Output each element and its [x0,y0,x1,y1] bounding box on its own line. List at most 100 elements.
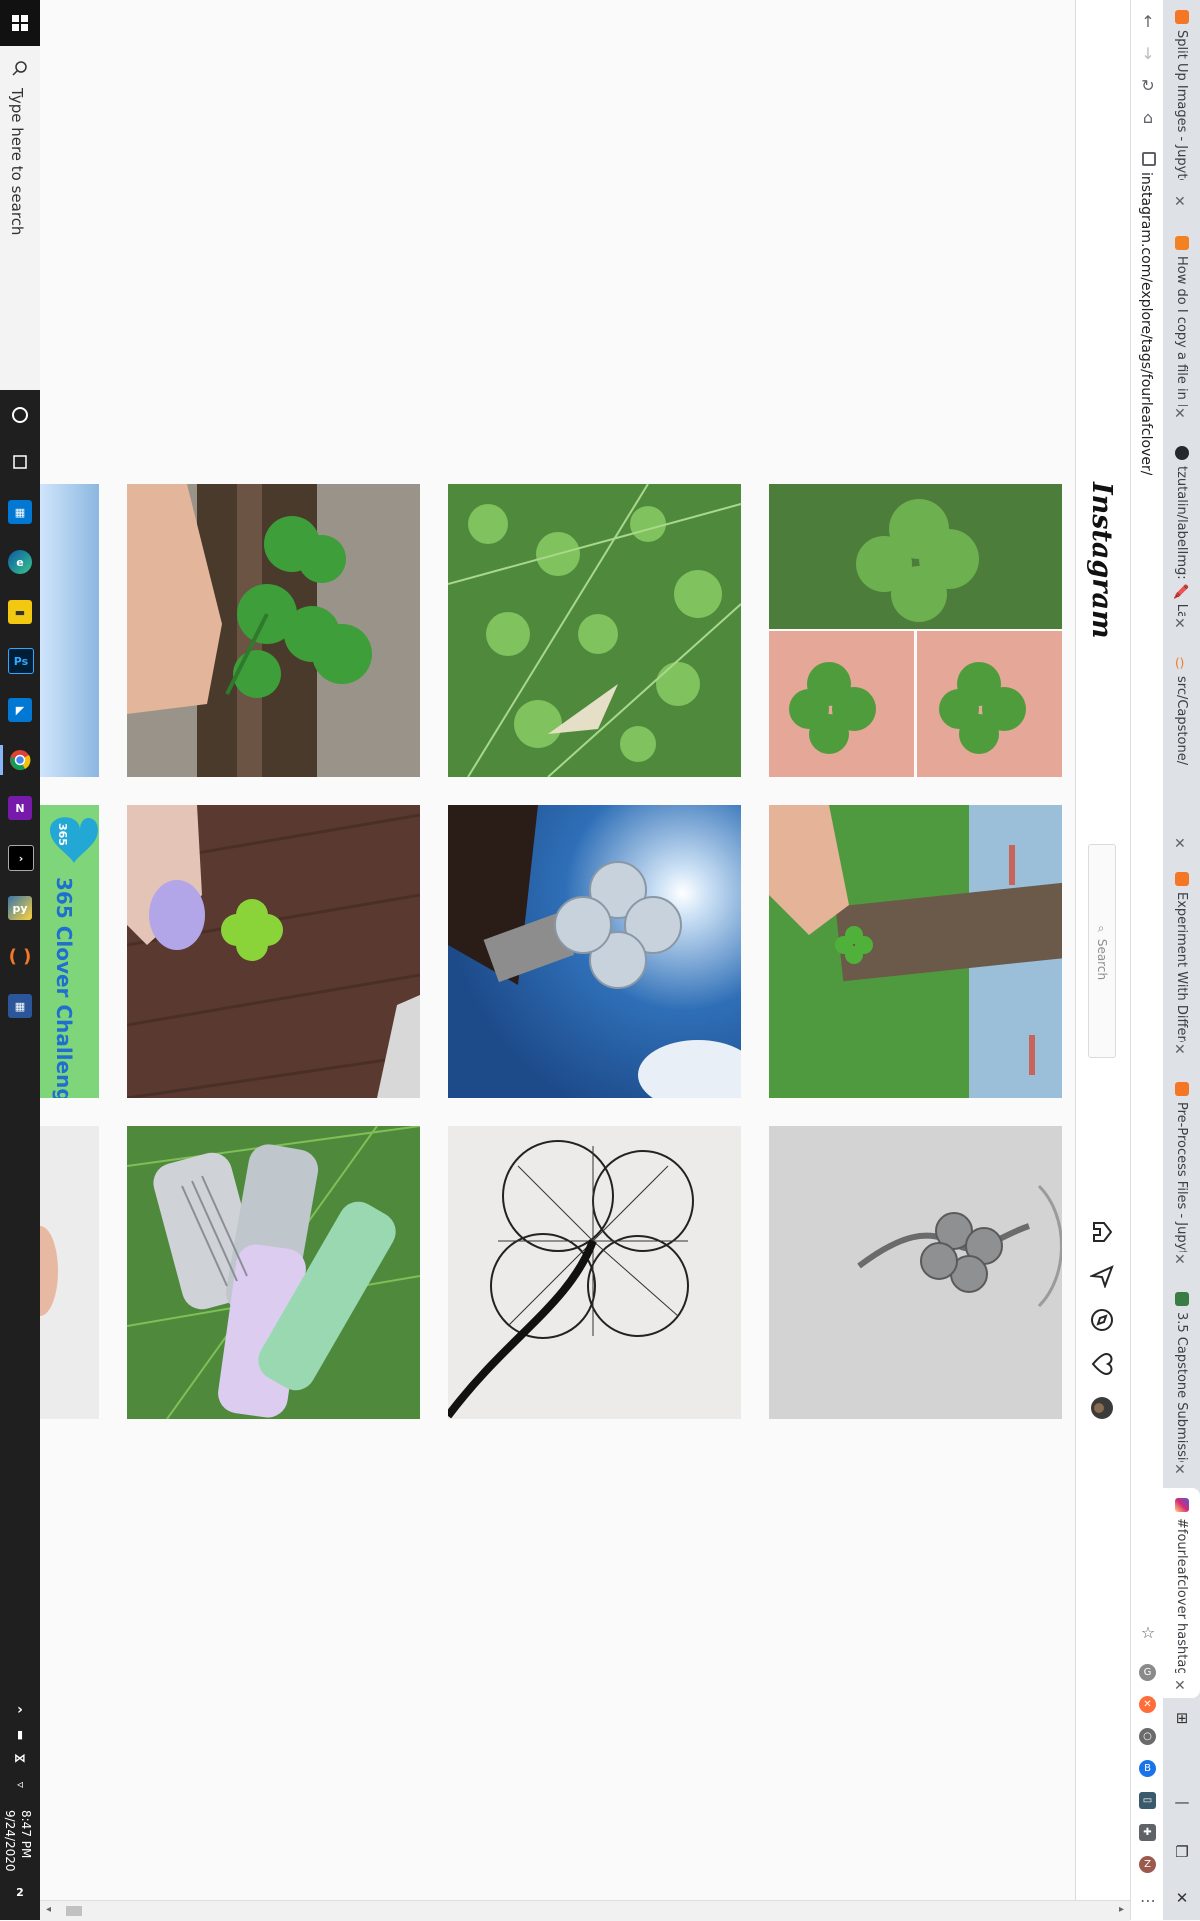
home-icon[interactable] [1090,1220,1114,1244]
tab-github-labelimg[interactable]: tzutalin/labelImg: 🖍️ Label ✕ [1163,436,1200,636]
windows-taskbar: Type here to search ▦ e ▬ Ps ◤ N › py ( … [0,0,40,1920]
jupyter-favicon-icon [1175,10,1189,24]
close-tab-icon[interactable]: ✕ [1174,616,1186,632]
remote-desktop-icon[interactable]: ◤ [8,698,32,722]
challenge-badge: 365 [56,823,69,846]
instagram-search-input[interactable]: ⌕ Search [1088,844,1116,1058]
address-bar-url: instagram.com/explore/tags/fourleafclove… [1138,172,1154,476]
close-tab-icon[interactable]: ✕ [1174,406,1186,422]
tile-clover-patch-in-grass[interactable] [448,484,741,777]
calculator-icon[interactable]: ▦ [8,994,32,1018]
menu-kebab-icon[interactable]: ⋯ [1136,1888,1160,1912]
partial-tile-blurred[interactable] [40,1126,99,1419]
profile-z-icon[interactable]: Z [1139,1856,1156,1873]
battery-icon[interactable]: ▮ [8,1722,32,1746]
tab-jupyter-split-images[interactable]: Split Up Images - Jupyter N ✕ [1163,0,1200,214]
clock-time: 8:47 PM [19,1810,33,1859]
home-button-icon[interactable]: ⌂ [1136,105,1160,129]
extensions-puzzle-icon[interactable]: ✚ [1139,1824,1156,1841]
task-view-icon[interactable] [8,450,32,474]
tile-silver-clover-pendant[interactable] [769,1126,1062,1419]
tab-stackoverflow-copy-file[interactable]: How do I copy a file in Pyth ✕ [1163,226,1200,426]
explore-icon[interactable] [1090,1308,1114,1332]
challenge-title: 365 Clover Challenge [52,877,76,1098]
partial-tile-clover-challenge[interactable]: 365 365 Clover Challenge [40,805,99,1098]
capstone-favicon-icon [1175,1292,1189,1306]
stackoverflow-favicon-icon [1175,236,1189,250]
address-bar[interactable]: instagram.com/explore/tags/fourleafclove… [1134,150,1160,1630]
restore-window-icon[interactable]: ❐ [1170,1840,1194,1864]
tab-search-icon[interactable]: ⊞ [1170,1706,1194,1730]
extension-blue-icon[interactable]: B [1139,1760,1156,1777]
file-explorer-icon[interactable]: ▬ [8,600,32,624]
activity-heart-icon[interactable] [1090,1352,1114,1376]
tile-glass-clover-against-sky[interactable] [448,805,741,1098]
terminal-icon[interactable]: › [8,845,34,871]
lock-icon [1142,152,1156,166]
chrome-active-indicator [0,745,3,775]
close-window-icon[interactable]: ✕ [1170,1886,1194,1910]
onenote-icon[interactable]: N [8,796,32,820]
direct-message-icon[interactable] [1088,1264,1114,1290]
jupyter-favicon-icon [1175,1082,1189,1096]
tab-instagram-fourleafclover[interactable]: #fourleafclover hashtag o ✕ [1163,1488,1200,1698]
tab-title: src/Capstone/ [1174,676,1189,766]
bookmark-star-icon[interactable]: ☆ [1136,1620,1160,1644]
close-tab-icon[interactable]: ✕ [1174,194,1186,210]
taskbar-clock[interactable]: 8:47 PM 9/24/2020 [2,1810,34,1872]
scroll-left-icon[interactable]: ◂ [46,1904,51,1915]
partial-tile-sky[interactable] [40,484,99,777]
tile-nail-polish-holding-small-clover[interactable] [127,805,420,1098]
tab-title: Experiment With Different [1174,892,1189,1042]
forward-icon[interactable]: ↓ [1136,41,1160,65]
tab-jupyter-experiment[interactable]: Experiment With Different ✕ [1163,862,1200,1062]
horizontal-scrollbar[interactable]: ◂ ▸ [40,1900,1130,1921]
close-tab-icon[interactable]: ✕ [1174,1678,1186,1694]
taskbar-search-placeholder: Type here to search [8,88,26,236]
extension-g-icon[interactable]: G [1139,1664,1156,1681]
reload-icon[interactable]: ↻ [1136,73,1160,97]
tile-hand-clover-near-tree[interactable] [769,805,1062,1098]
cortana-icon[interactable] [8,403,32,427]
close-tab-icon[interactable]: ✕ [1174,1462,1186,1478]
tab-jupyter-pre-process[interactable]: Pre-Process Files - Jupyter ✕ [1163,1072,1200,1272]
python-icon[interactable]: py [8,896,32,920]
extension-screen-icon[interactable]: ▭ [1139,1792,1156,1809]
chevron-up-icon[interactable]: › [8,1698,32,1722]
profile-avatar[interactable] [1090,1396,1114,1420]
instagram-search-label: Search [1095,938,1109,981]
network-icon[interactable]: ⋈ [8,1746,32,1770]
tab-title: Split Up Images - Jupyter N [1174,30,1189,180]
taskbar-search-box[interactable]: Type here to search [0,46,40,390]
search-icon: ⌕ [1095,923,1109,935]
close-tab-icon[interactable]: ✕ [1174,836,1186,852]
close-tab-icon[interactable]: ✕ [1174,1252,1186,1268]
tab-title: #fourleafclover hashtag o [1174,1518,1189,1673]
extension-orange-icon[interactable]: ✕ [1139,1696,1156,1713]
chrome-icon[interactable] [8,748,32,772]
github-favicon-icon [1175,446,1189,460]
tab-title: 3.5 Capstone Submission - [1174,1312,1189,1462]
tile-resin-combs-on-grass[interactable] [127,1126,420,1419]
scrollbar-thumb[interactable] [66,1906,82,1916]
tab-title: How do I copy a file in Pyth [1174,256,1189,406]
jupyter-icon[interactable]: ( ) [8,944,32,968]
tile-hand-holding-clover-on-log[interactable] [127,484,420,777]
extension-circle-icon[interactable]: ○ [1139,1728,1156,1745]
scroll-right-icon[interactable]: ▸ [1119,1904,1124,1915]
minimize-window-icon[interactable]: — [1170,1790,1194,1814]
close-tab-icon[interactable]: ✕ [1174,1042,1186,1058]
volume-icon[interactable]: ◃ [8,1772,32,1796]
photoshop-icon[interactable]: Ps [8,648,34,674]
store-icon[interactable]: ▦ [8,500,32,524]
tile-four-leaf-clover-collage[interactable] [769,484,1062,777]
back-icon[interactable]: ↑ [1136,9,1160,33]
instagram-logo[interactable]: Instagram [1086,482,1117,639]
tile-ink-clover-drawing[interactable] [448,1126,741,1419]
tab-jupyter-src-capstone[interactable]: () src/Capstone/ ✕ [1163,646,1200,856]
notification-icon[interactable]: 2 [8,1880,32,1904]
tab-capstone-submission[interactable]: 3.5 Capstone Submission - ✕ [1163,1282,1200,1482]
tab-title: tzutalin/labelImg: 🖍️ Label [1174,466,1189,616]
windows-start-icon[interactable] [0,0,40,46]
edge-icon[interactable]: e [8,550,32,574]
